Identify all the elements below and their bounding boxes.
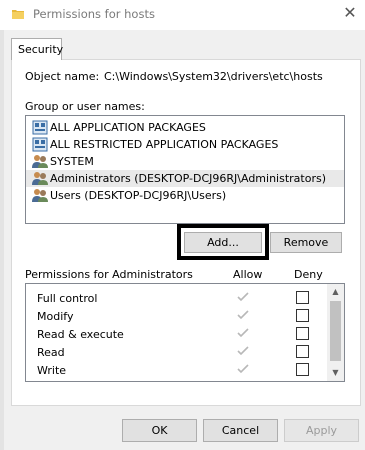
deny-checkbox[interactable] [296,291,309,304]
object-name-value: C:\Windows\System32\drivers\etc\hosts [104,70,323,83]
package-group-icon [32,137,48,152]
deny-checkbox[interactable] [296,309,309,322]
permissions-list[interactable]: Full control Modify Read & execute Read … [25,283,345,382]
group-names-label: Group or user names: [25,100,145,113]
title-bar: Permissions for hosts ✕ [0,0,365,30]
remove-button[interactable]: Remove [270,232,342,253]
list-item[interactable]: ALL RESTRICTED APPLICATION PACKAGES [26,136,344,153]
scrollbar[interactable]: ▲ ▼ [327,284,344,381]
apply-button[interactable]: Apply [284,419,359,442]
allow-column-header: Allow [233,268,263,281]
list-item[interactable]: Users (DESKTOP-DCJ96RJ\Users) [26,187,344,204]
checkmark-icon [237,292,249,302]
list-item[interactable]: SYSTEM [26,153,344,170]
list-item-selected[interactable]: Administrators (DESKTOP-DCJ96RJ\Administ… [26,170,344,187]
permission-name: Modify [37,310,74,323]
deny-column-header: Deny [294,268,323,281]
list-item[interactable]: ALL APPLICATION PACKAGES [26,119,344,136]
users-group-icon [32,172,48,185]
permission-name: Full control [37,292,98,305]
checkmark-icon [237,310,249,320]
folder-icon [12,10,24,19]
permissions-header: Permissions for Administrators [25,268,193,281]
permission-name: Read [37,346,65,359]
package-group-icon [32,120,48,135]
permission-row: Modify [26,306,326,324]
scroll-up-icon[interactable]: ▲ [327,284,344,300]
close-icon[interactable]: ✕ [342,4,358,22]
add-button[interactable]: Add... [184,232,262,253]
object-name-label: Object name: [25,70,100,83]
deny-checkbox[interactable] [296,345,309,358]
permission-name: Read & execute [37,328,124,341]
checkmark-icon [237,346,249,356]
scrollbar-thumb[interactable] [330,301,341,361]
ok-button[interactable]: OK [122,419,197,442]
list-item-label: Administrators (DESKTOP-DCJ96RJ\Administ… [50,172,326,185]
list-item-label: ALL RESTRICTED APPLICATION PACKAGES [50,138,279,151]
tab-security[interactable]: Security [11,38,63,60]
window-title: Permissions for hosts [33,7,155,21]
list-item-label: ALL APPLICATION PACKAGES [50,121,206,134]
permission-row: Full control [26,288,326,306]
users-group-icon [32,189,48,202]
deny-checkbox[interactable] [296,363,309,376]
checkmark-icon [237,364,249,374]
permission-name: Write [37,364,67,377]
scroll-down-icon[interactable]: ▼ [327,365,344,381]
window-edge [0,30,4,450]
group-user-list[interactable]: ALL APPLICATION PACKAGES ALL RESTRICTED … [25,115,345,224]
list-item-label: Users (DESKTOP-DCJ96RJ\Users) [50,189,227,202]
users-group-icon [32,155,48,168]
checkmark-icon [237,328,249,338]
deny-checkbox[interactable] [296,327,309,340]
list-item-label: SYSTEM [50,155,94,168]
cancel-button[interactable]: Cancel [203,419,278,442]
permission-row: Read [26,342,326,360]
permission-row: Read & execute [26,324,326,342]
permission-row: Write [26,360,326,378]
